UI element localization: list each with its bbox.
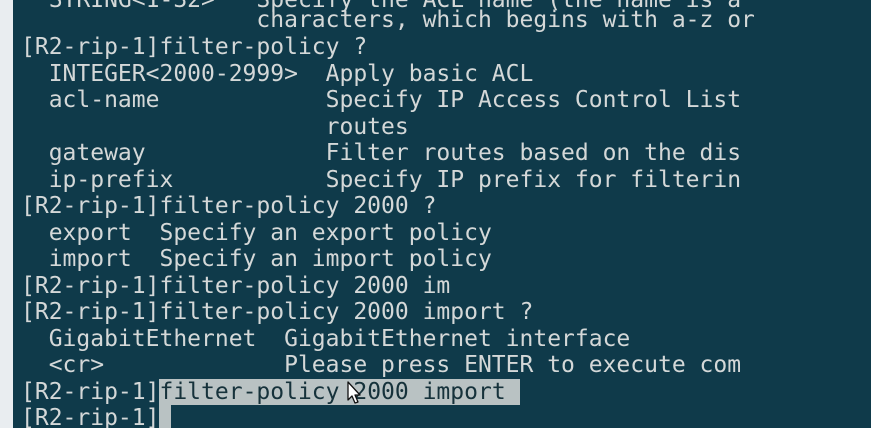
current-prompt: [R2-rip-1] [21, 405, 160, 428]
terminal-output[interactable]: STRING<1-32> Specify the ACL name (the n… [13, 0, 871, 428]
terminal-line: gateway Filter routes based on the dis [21, 140, 742, 166]
terminal-line: [R2-rip-1]filter-policy 2000 import ? [21, 299, 534, 325]
selected-text[interactable]: filter-policy 2000 import [159, 379, 520, 405]
mouse-pointer-icon [347, 381, 361, 404]
terminal-line: [R2-rip-1]filter-policy 2000 ? [21, 193, 437, 219]
command-prompt: [R2-rip-1] [21, 379, 160, 405]
terminal-line: ip-prefix Specify IP prefix for filterin [21, 167, 742, 193]
terminal-line: routes [21, 114, 409, 140]
window-left-border [0, 0, 13, 428]
terminal-line: [R2-rip-1]filter-policy 2000 im [21, 273, 451, 299]
current-prompt-line[interactable]: [R2-rip-1] [21, 405, 172, 428]
terminal-line: [R2-rip-1]filter-policy ? [21, 34, 368, 60]
selected-command-line[interactable]: [R2-rip-1]filter-policy 2000 import [21, 379, 520, 405]
terminal-window: STRING<1-32> Specify the ACL name (the n… [0, 0, 871, 428]
terminal-line: characters, which begins with a-z or [21, 7, 755, 33]
terminal-line: INTEGER<2000-2999> Apply basic ACL [21, 61, 534, 87]
terminal-line: GigabitEthernet GigabitEthernet interfac… [21, 326, 631, 352]
terminal-line: import Specify an import policy [21, 246, 492, 272]
terminal-line: export Specify an export policy [21, 220, 492, 246]
terminal-line: acl-name Specify IP Access Control List [21, 87, 742, 113]
text-cursor [159, 405, 172, 428]
terminal-line: <cr> Please press ENTER to execute com [21, 352, 742, 378]
